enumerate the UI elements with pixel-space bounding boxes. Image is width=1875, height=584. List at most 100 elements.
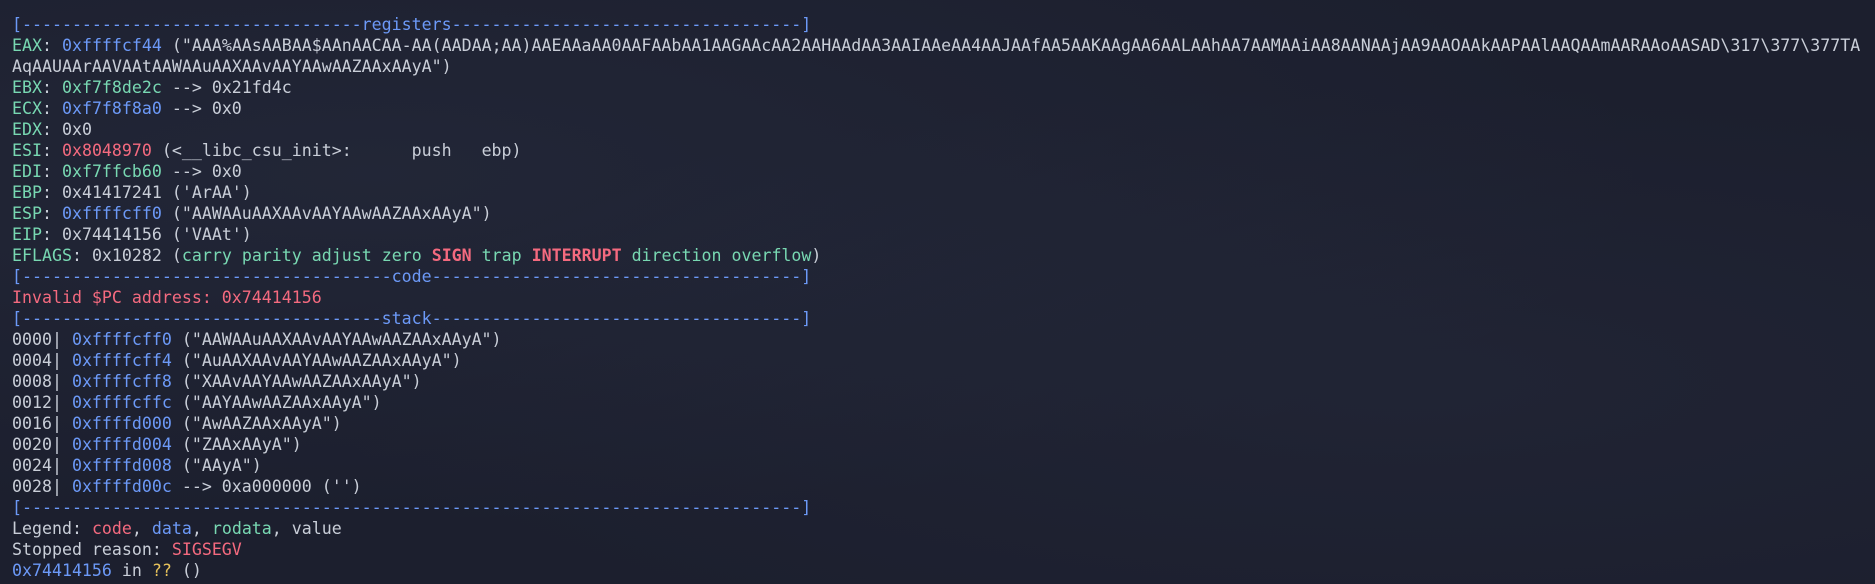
stack-row: 0028| 0xffffd00c --> 0xa000000 ('') <box>12 476 1867 497</box>
flag-zero: zero <box>381 246 422 265</box>
register-address: 0xf7f8f8a0 <box>61 99 162 118</box>
flag-parity: parity <box>241 246 302 265</box>
separator-registers: [----------------------------------regis… <box>12 15 812 34</box>
stack-row: 0004| 0xffffcff4 ("AuAAXAAvAAYAAwAAZAAxA… <box>12 350 1867 371</box>
stack-address: 0xffffcff8 <box>71 372 172 391</box>
register-address: 0xf7f8de2c <box>61 78 162 97</box>
register-deref: --> 0x21fd4c <box>161 78 292 97</box>
separator-end: [---------------------------------------… <box>12 498 812 517</box>
legend-rodata: rodata <box>211 519 272 538</box>
flag-sign: SIGN <box>431 246 472 265</box>
register-address: 0xf7ffcb60 <box>61 162 162 181</box>
register-eip: EIP: 0x74414156 ('VAAt') <box>12 225 252 244</box>
stack-row: 0024| 0xffffd008 ("AAyA") <box>12 455 1867 476</box>
legend-code: code <box>91 519 132 538</box>
register-edx: EDX: 0x0 <box>12 120 92 139</box>
stopped-reason: Stopped reason: SIGSEGV <box>12 539 1867 560</box>
stack-row: 0000| 0xffffcff0 ("AAWAAuAAXAAvAAYAAwAAZ… <box>12 329 1867 350</box>
stack-offset: 0004| <box>12 351 62 370</box>
register-name: EBX <box>12 78 42 97</box>
location-address: 0x74414156 <box>12 561 112 580</box>
stack-address: 0xffffd008 <box>71 456 172 475</box>
stack-row: 0016| 0xffffd000 ("AwAAZAAxAAyA") <box>12 413 1867 434</box>
location-function: ?? <box>151 561 172 580</box>
stack-value: --> 0xa000000 ('') <box>171 477 362 496</box>
stack-address: 0xffffd00c <box>71 477 172 496</box>
register-ecx: ECX: 0xf7f8f8a0 --> 0x0 <box>12 99 242 118</box>
register-name: EDI <box>12 162 42 181</box>
flag-overflow: overflow <box>731 246 812 265</box>
separator-code: [-------------------------------------co… <box>12 267 812 286</box>
stack-value: ("AAYAAwAAZAAxAAyA") <box>171 393 382 412</box>
stack-row: 0012| 0xffffcffc ("AAYAAwAAZAAxAAyA") <box>12 392 1867 413</box>
stack-value: ("AAyA") <box>171 456 262 475</box>
register-value: 0x41417241 ('ArAA') <box>61 183 252 202</box>
register-name: EAX <box>12 36 42 55</box>
register-value: 0x10282 <box>91 246 162 265</box>
stack-value: ("ZAAxAAyA") <box>171 435 302 454</box>
stack-offset: 0000| <box>12 330 62 349</box>
flag-carry: carry <box>181 246 232 265</box>
register-ebp: EBP: 0x41417241 ('ArAA') <box>12 183 252 202</box>
register-address: 0xffffcf44 <box>61 36 162 55</box>
register-value: 0x74414156 ('VAAt') <box>61 225 252 244</box>
legend-separator: , <box>271 519 292 538</box>
stack-offset: 0008| <box>12 372 62 391</box>
register-eflags: EFLAGS: 0x10282 (carry parity adjust zer… <box>12 246 822 265</box>
stack-address: 0xffffd000 <box>71 414 172 433</box>
register-esp: ESP: 0xffffcff0 ("AAWAAuAAXAAvAAYAAwAAZA… <box>12 204 492 223</box>
stack-value: ("AwAAZAAxAAyA") <box>171 414 342 433</box>
register-eax: EAX: 0xffffcf44 ("AAA%AAsAABAA$AAnAACAA-… <box>12 36 1861 76</box>
stack-value: ("AAWAAuAAXAAvAAYAAwAAZAAxAAyA") <box>171 330 502 349</box>
stack-address: 0xffffcff0 <box>71 330 172 349</box>
legend-label: Legend: <box>12 519 92 538</box>
register-name: ESI <box>12 141 42 160</box>
flags-close-paren: ) <box>811 246 822 265</box>
terminal-output: [----------------------------------regis… <box>12 14 1867 581</box>
register-address: 0x8048970 <box>61 141 152 160</box>
register-deref: (<__libc_csu_init>: push ebp) <box>151 141 522 160</box>
register-address: 0xffffcff0 <box>61 204 162 223</box>
stack-offset: 0012| <box>12 393 62 412</box>
legend-value: value <box>291 519 342 538</box>
register-deref: ("AAWAAuAAXAAvAAYAAwAAZAAxAAyA") <box>161 204 492 223</box>
stack-address: 0xffffcff4 <box>71 351 172 370</box>
stack-row: 0020| 0xffffd004 ("ZAAxAAyA") <box>12 434 1867 455</box>
location-in: in <box>111 561 152 580</box>
stack-row: 0008| 0xffffcff8 ("XAAvAAYAAwAAZAAxAAyA"… <box>12 371 1867 392</box>
flag-direction: direction <box>631 246 722 265</box>
register-ebx: EBX: 0xf7f8de2c --> 0x21fd4c <box>12 78 292 97</box>
code-message: Invalid $PC address: 0x74414156 <box>12 288 322 307</box>
flag-trap: trap <box>481 246 522 265</box>
current-location: 0x74414156 in ?? () <box>12 560 1867 581</box>
register-deref: --> 0x0 <box>161 162 242 181</box>
register-name: ECX <box>12 99 42 118</box>
register-value: 0x0 <box>61 120 92 139</box>
flag-adjust: adjust <box>311 246 372 265</box>
stack-offset: 0020| <box>12 435 62 454</box>
register-name: EDX <box>12 120 42 139</box>
register-name: ESP <box>12 204 42 223</box>
stack-offset: 0028| <box>12 477 62 496</box>
register-name: EBP <box>12 183 42 202</box>
stack-value: ("XAAvAAYAAwAAZAAxAAyA") <box>171 372 422 391</box>
stopped-signal: SIGSEGV <box>171 540 242 559</box>
register-edi: EDI: 0xf7ffcb60 --> 0x0 <box>12 162 242 181</box>
legend-separator: , <box>131 519 152 538</box>
legend: Legend: code, data, rodata, value <box>12 518 1867 539</box>
flag-interrupt: INTERRUPT <box>531 246 622 265</box>
register-esi: ESI: 0x8048970 (<__libc_csu_init>: push … <box>12 141 522 160</box>
legend-separator: , <box>191 519 212 538</box>
flags-open-paren: ( <box>171 246 182 265</box>
stopped-label: Stopped reason: <box>12 540 172 559</box>
legend-data: data <box>151 519 192 538</box>
register-name: EFLAGS <box>12 246 72 265</box>
stack-offset: 0016| <box>12 414 62 433</box>
separator-stack: [------------------------------------sta… <box>12 309 812 328</box>
location-args: () <box>171 561 202 580</box>
stack-value: ("AuAAXAAvAAYAAwAAZAAxAAyA") <box>171 351 462 370</box>
register-deref: --> 0x0 <box>161 99 242 118</box>
register-name: EIP <box>12 225 42 244</box>
stack-offset: 0024| <box>12 456 62 475</box>
register-string: ("AAA%AAsAABAA$AAnAACAA-AA(AADAA;AA)AAEA… <box>12 36 1861 76</box>
